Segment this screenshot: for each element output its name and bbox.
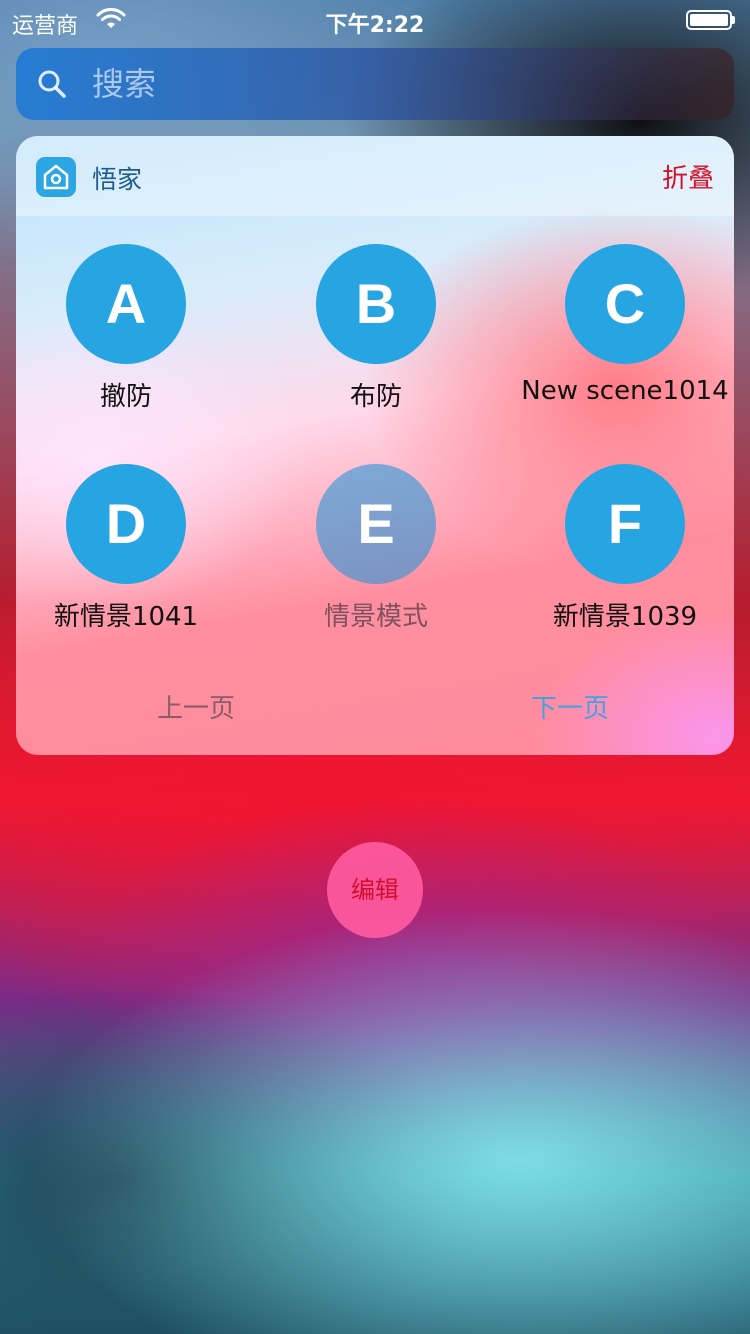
scene-a-label: 撤防 xyxy=(99,382,152,412)
scene-item-e[interactable]: E 情景模式 xyxy=(266,464,506,644)
widget-card: 悟家 折叠 A 撤防 B 布防 C New scene1014 D 新情景104… xyxy=(16,136,734,755)
home-app-icon xyxy=(36,157,76,197)
battery-icon xyxy=(686,10,732,30)
prev-page-button[interactable]: 上一页 xyxy=(136,688,256,725)
scene-b-icon: B xyxy=(316,244,436,364)
widget-header: 悟家 折叠 xyxy=(16,136,734,216)
scene-f-icon: F xyxy=(565,464,685,584)
scene-d-label: 新情景1041 xyxy=(53,602,199,632)
scene-item-a[interactable]: A 撤防 xyxy=(16,244,256,424)
scene-a-icon: A xyxy=(66,244,186,364)
scene-f-label: 新情景1039 xyxy=(552,602,698,632)
scene-b-label: 布防 xyxy=(349,382,402,412)
scene-item-c[interactable]: C New scene1014 xyxy=(515,244,734,424)
scene-e-icon: E xyxy=(316,464,436,584)
scene-item-b[interactable]: B 布防 xyxy=(266,244,506,424)
scene-item-d[interactable]: D 新情景1041 xyxy=(16,464,256,644)
battery-tip xyxy=(732,16,735,24)
search-bar[interactable] xyxy=(16,48,734,120)
status-bar: 运营商 下午2:22 xyxy=(0,0,750,40)
scene-c-label: New scene1014 xyxy=(521,376,729,406)
search-input[interactable] xyxy=(92,60,692,108)
collapse-button[interactable]: 折叠 xyxy=(662,158,714,195)
scene-item-f[interactable]: F 新情景1039 xyxy=(515,464,734,644)
edit-button[interactable]: 编辑 xyxy=(327,842,423,938)
widget-app-name: 悟家 xyxy=(92,165,143,194)
scene-d-icon: D xyxy=(66,464,186,584)
scene-c-icon: C xyxy=(565,244,685,364)
scene-e-label: 情景模式 xyxy=(323,602,428,632)
next-page-button[interactable]: 下一页 xyxy=(510,688,630,725)
status-time: 下午2:22 xyxy=(325,13,425,38)
search-icon xyxy=(38,70,66,98)
